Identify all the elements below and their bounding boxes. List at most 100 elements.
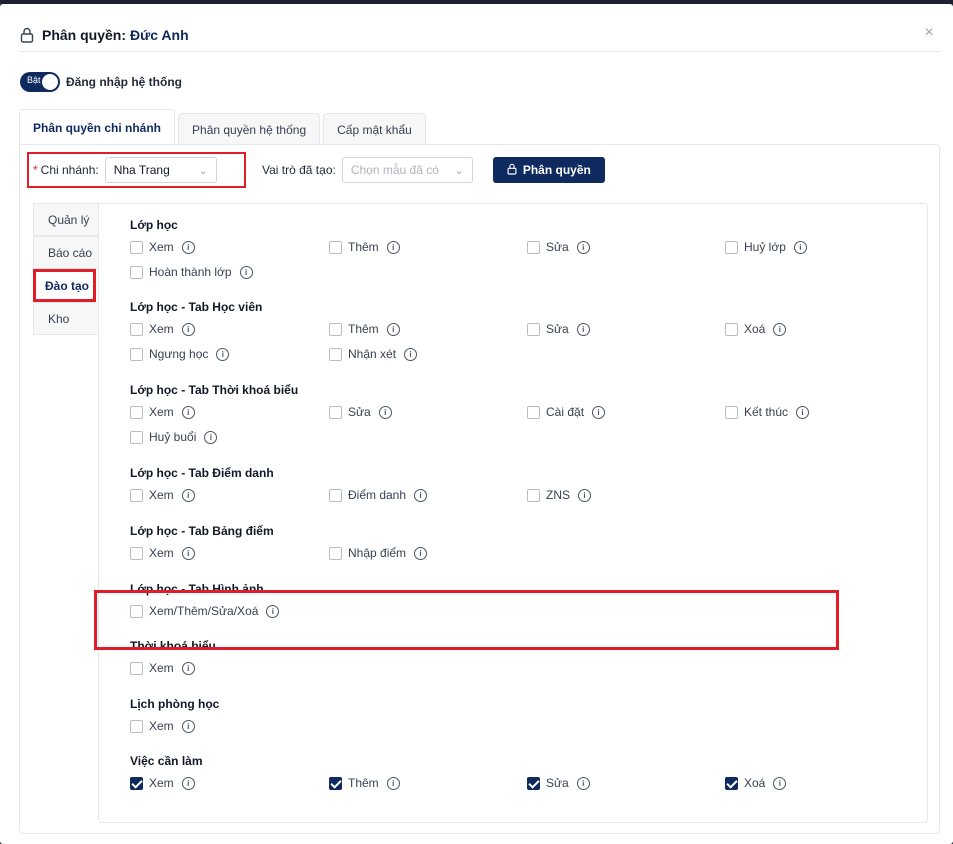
tab-password[interactable]: Cấp mật khẩu (323, 113, 426, 145)
info-icon[interactable]: i (266, 604, 280, 618)
permission-checkbox[interactable] (130, 430, 143, 444)
permission-item[interactable]: Thêm i (329, 322, 400, 336)
permission-checkbox[interactable] (130, 546, 143, 560)
info-icon[interactable]: i (181, 546, 195, 560)
login-toggle[interactable]: Bật (20, 72, 60, 92)
permission-checkbox[interactable] (130, 322, 143, 336)
info-icon[interactable]: i (773, 776, 787, 790)
tab-system-permissions[interactable]: Phân quyền hệ thống (178, 113, 321, 145)
info-icon[interactable]: i (181, 661, 195, 675)
info-icon[interactable]: i (386, 240, 400, 254)
permission-checkbox[interactable] (527, 405, 540, 419)
info-icon[interactable]: i (576, 240, 590, 254)
info-icon[interactable]: i (181, 322, 195, 336)
permission-item[interactable]: Xem i (130, 488, 195, 502)
permission-checkbox[interactable] (725, 240, 738, 254)
permission-checkbox[interactable] (527, 488, 540, 502)
side-item-reports[interactable]: Báo cáo (33, 236, 99, 269)
permission-item[interactable]: Xem i (130, 776, 195, 790)
permission-item[interactable]: Hoàn thành lớp i (130, 265, 253, 279)
permission-item[interactable]: Xem i (130, 661, 195, 675)
info-icon[interactable]: i (386, 776, 400, 790)
permission-item[interactable]: Cài đặt i (527, 405, 606, 419)
info-icon[interactable]: i (378, 405, 392, 419)
info-icon[interactable]: i (578, 488, 591, 502)
permission-label: Nhận xét (348, 347, 397, 361)
permission-checkbox[interactable] (329, 488, 342, 502)
permission-item[interactable]: Nhập điểm i (329, 546, 428, 560)
permission-group-title: Lớp học (130, 218, 178, 232)
info-icon[interactable]: i (793, 240, 807, 254)
permission-item[interactable]: Xem i (130, 719, 195, 733)
info-icon[interactable]: i (181, 405, 195, 419)
permission-checkbox[interactable] (725, 405, 738, 419)
permission-item[interactable]: Kết thúc i (725, 405, 810, 419)
permission-item[interactable]: Sửa i (329, 405, 392, 419)
info-icon[interactable]: i (386, 322, 400, 336)
info-icon[interactable]: i (796, 405, 810, 419)
info-icon[interactable]: i (773, 322, 787, 336)
permission-checkbox[interactable] (130, 776, 143, 790)
permission-item[interactable]: Sửa i (527, 776, 590, 790)
permission-checkbox[interactable] (130, 265, 143, 279)
permission-item[interactable]: Xem/Thêm/Sửa/Xoá i (130, 604, 280, 618)
permission-checkbox[interactable] (527, 240, 540, 254)
grant-permission-button[interactable]: Phân quyền (492, 157, 605, 183)
permission-item[interactable]: ZNS i (527, 488, 591, 502)
permission-checkbox[interactable] (130, 347, 143, 361)
permission-checkbox[interactable] (329, 240, 342, 254)
info-icon[interactable]: i (592, 405, 606, 419)
role-select[interactable]: Chọn mẫu đã có ⌄ (341, 157, 473, 183)
info-icon[interactable]: i (576, 776, 590, 790)
info-icon[interactable]: i (404, 347, 418, 361)
permission-item[interactable]: Xoá i (725, 776, 787, 790)
permission-checkbox[interactable] (130, 405, 143, 419)
permission-checkbox[interactable] (329, 322, 342, 336)
permission-item[interactable]: Xem i (130, 240, 195, 254)
info-icon[interactable]: i (181, 719, 195, 733)
permission-item[interactable]: Huỷ lớp i (725, 240, 807, 254)
permission-checkbox[interactable] (130, 488, 143, 502)
info-icon[interactable]: i (181, 240, 195, 254)
permission-item[interactable]: Xem i (130, 322, 195, 336)
permission-item[interactable]: Huỷ buổi i (130, 430, 218, 444)
side-item-management[interactable]: Quản lý (33, 203, 99, 236)
permission-item[interactable]: Thêm i (329, 776, 400, 790)
permission-label: Sửa (546, 322, 569, 336)
info-icon[interactable]: i (181, 776, 195, 790)
info-icon[interactable]: i (576, 322, 590, 336)
permission-item[interactable]: Nhận xét i (329, 347, 418, 361)
permission-checkbox[interactable] (329, 347, 342, 361)
permission-checkbox[interactable] (130, 661, 143, 675)
permission-checkbox[interactable] (130, 604, 143, 618)
permission-item[interactable]: Thêm i (329, 240, 400, 254)
permission-item[interactable]: Xem i (130, 405, 195, 419)
permission-checkbox[interactable] (725, 776, 738, 790)
permission-item[interactable]: Xem i (130, 546, 195, 560)
permission-item[interactable]: Sửa i (527, 322, 590, 336)
permission-checkbox[interactable] (130, 719, 143, 733)
close-icon[interactable]: × (922, 25, 936, 41)
tab-branch-permissions[interactable]: Phân quyền chi nhánh (19, 109, 176, 145)
permission-checkbox[interactable] (527, 322, 540, 336)
permission-checkbox[interactable] (329, 546, 342, 560)
info-icon[interactable]: i (414, 546, 428, 560)
side-item-training[interactable]: Đào tạo (33, 269, 96, 302)
info-icon[interactable]: i (204, 430, 218, 444)
permission-checkbox[interactable] (329, 405, 342, 419)
permission-checkbox[interactable] (130, 240, 143, 254)
branch-select[interactable]: Nha Trang ⌄ (104, 157, 217, 183)
permission-checkbox[interactable] (329, 776, 342, 790)
permission-item[interactable]: Xoá i (725, 322, 787, 336)
info-icon[interactable]: i (216, 347, 230, 361)
permission-checkbox[interactable] (725, 322, 738, 336)
info-icon[interactable]: i (181, 488, 195, 502)
permission-item[interactable]: Ngưng học i (130, 347, 230, 361)
permission-item[interactable]: Điểm danh i (329, 488, 428, 502)
info-icon[interactable]: i (414, 488, 428, 502)
permission-checkbox[interactable] (527, 776, 540, 790)
side-item-warehouse[interactable]: Kho (33, 302, 99, 335)
info-icon[interactable]: i (239, 265, 253, 279)
permission-item[interactable]: Sửa i (527, 240, 590, 254)
required-mark: * (33, 163, 38, 177)
